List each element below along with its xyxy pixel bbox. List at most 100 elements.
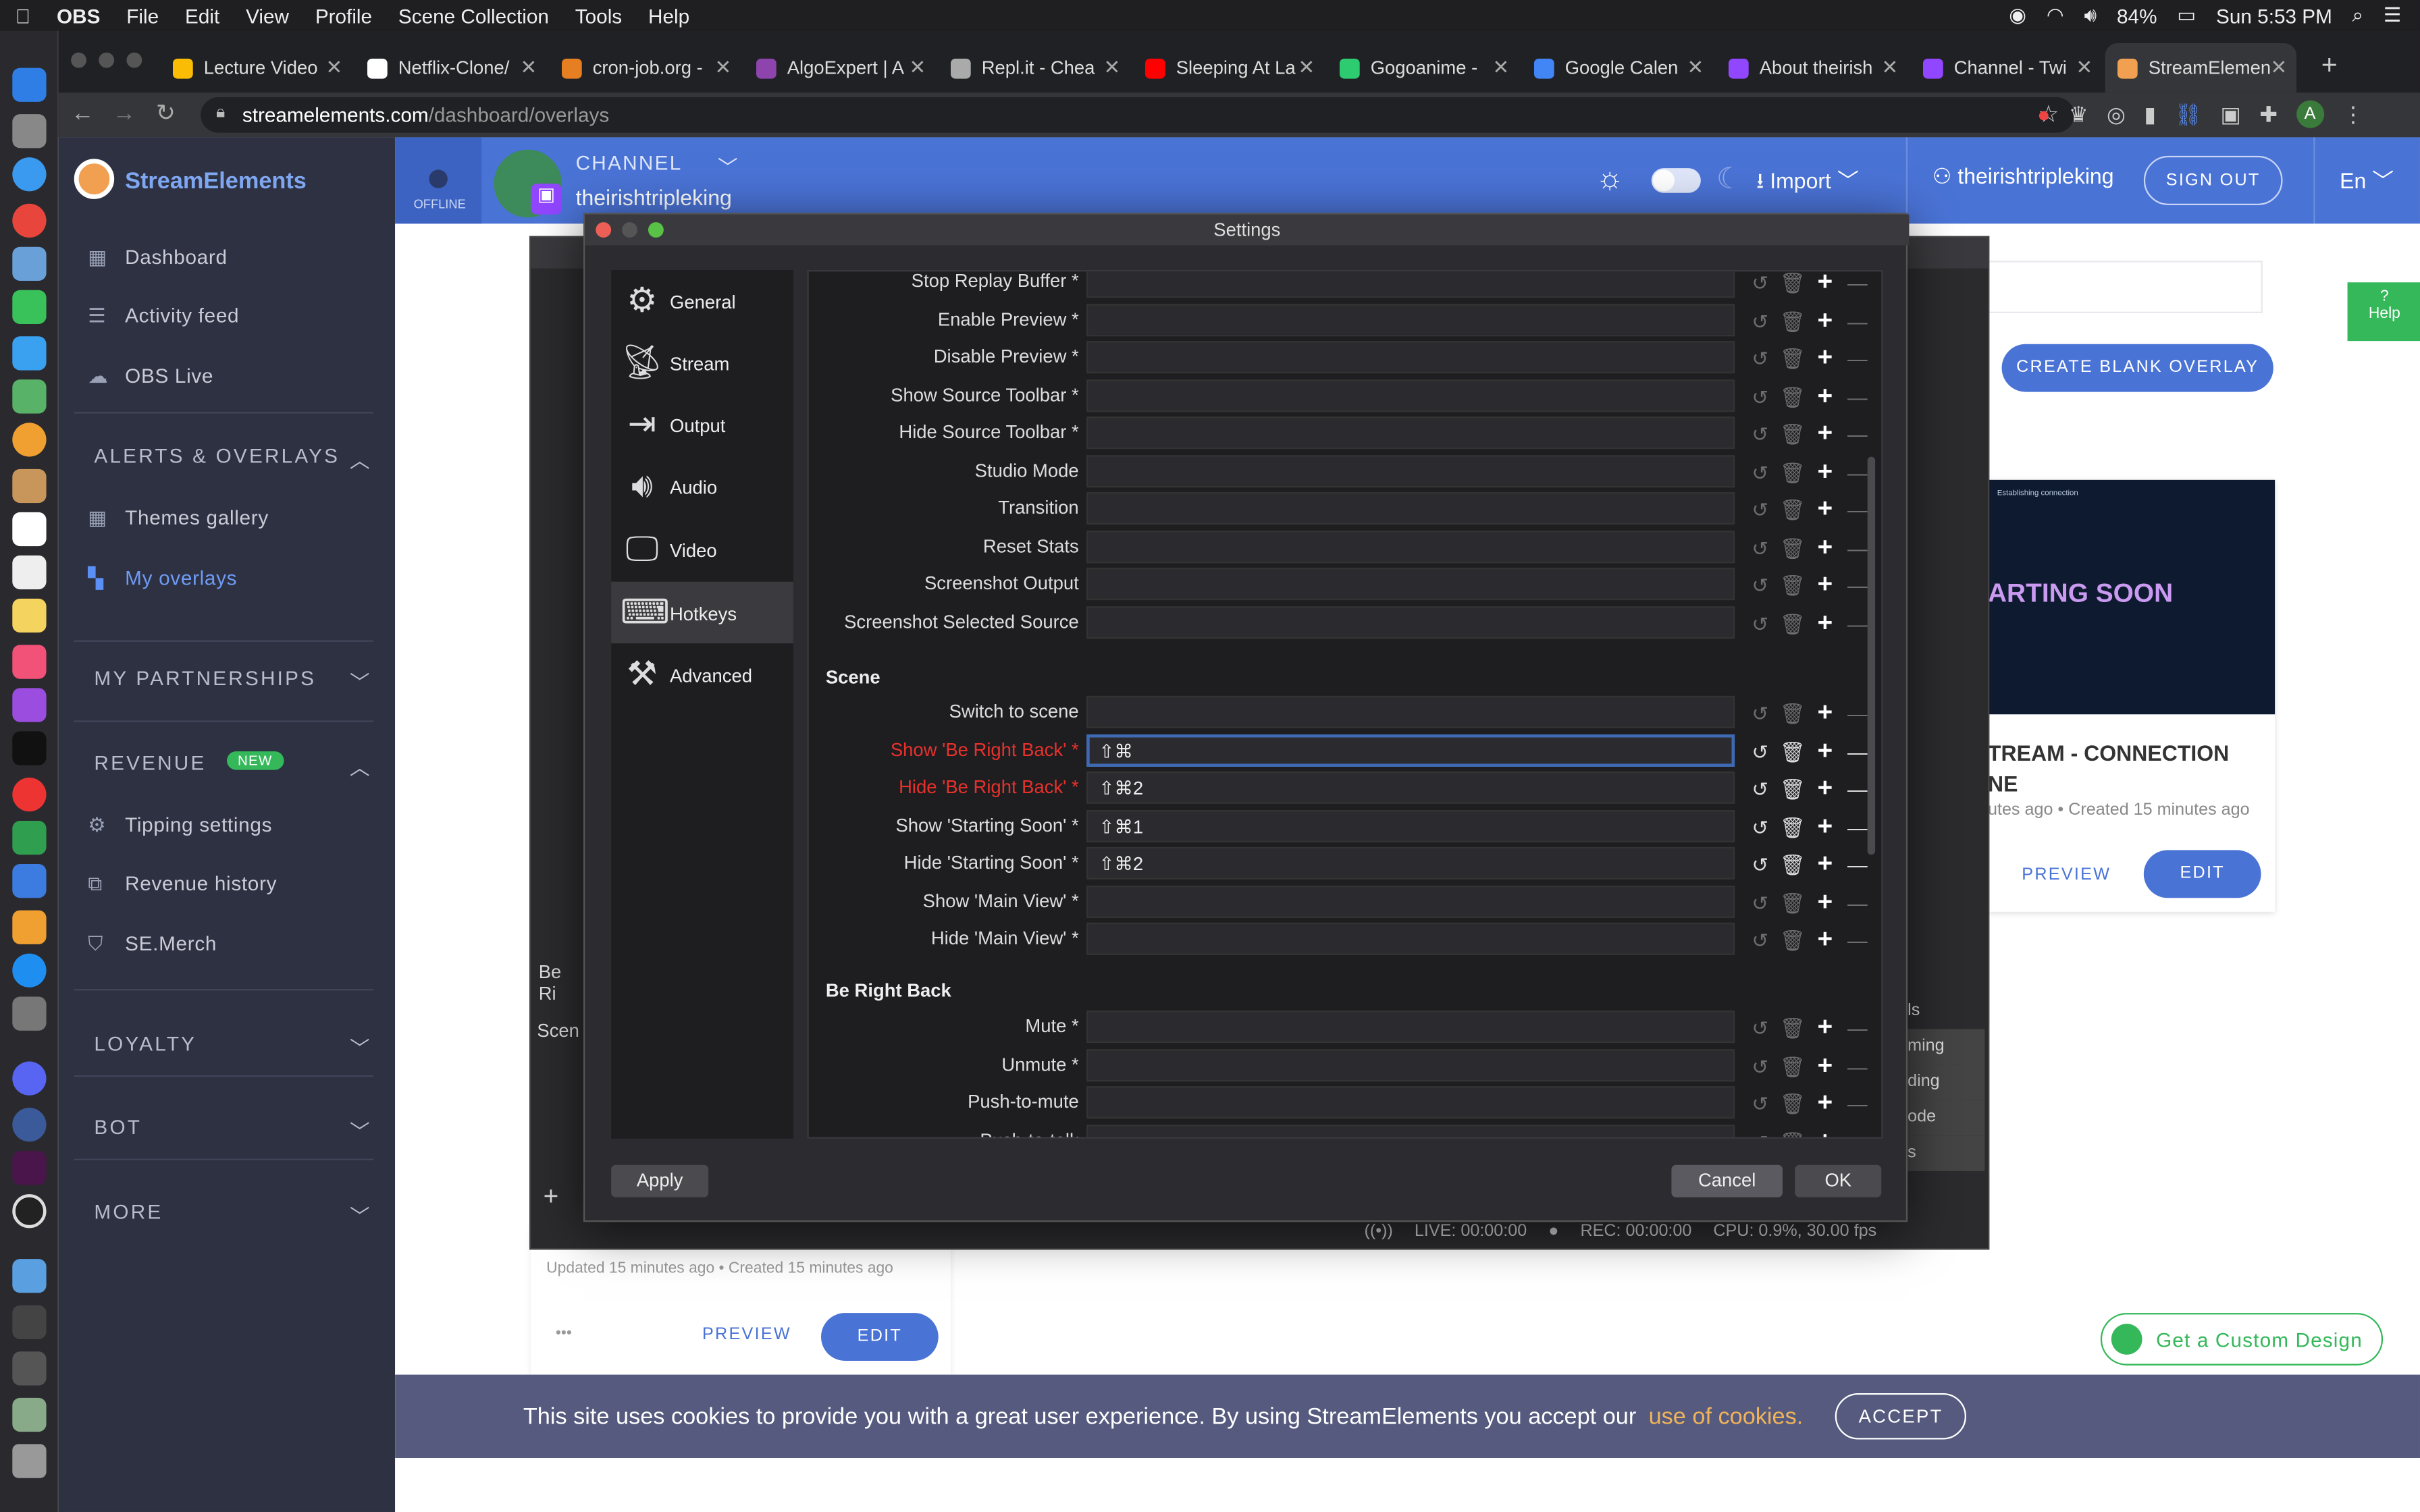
- trash-icon[interactable]: 🗑︎: [1777, 271, 1809, 296]
- revert-icon[interactable]: ↺: [1744, 1092, 1777, 1117]
- remove-icon[interactable]: —: [1841, 385, 1874, 408]
- menu-view[interactable]: View: [246, 4, 289, 27]
- settings-nav-advanced[interactable]: ⚒︎ Advanced: [611, 643, 793, 705]
- add-icon[interactable]: +: [1809, 569, 1841, 600]
- news-icon[interactable]: [12, 777, 47, 812]
- revert-icon[interactable]: ↺: [1744, 702, 1777, 727]
- menu-scene-collection[interactable]: Scene Collection: [398, 4, 549, 27]
- facetime-icon[interactable]: [12, 336, 47, 371]
- maps-icon[interactable]: [12, 379, 47, 414]
- browser-tab[interactable]: About theirish ✕: [1716, 43, 1908, 92]
- add-icon[interactable]: +: [1809, 886, 1841, 917]
- remove-icon[interactable]: —: [1841, 347, 1874, 370]
- chevron-down-icon[interactable]: ﹀: [718, 151, 738, 180]
- menu-edit[interactable]: Edit: [185, 4, 219, 27]
- trash-icon[interactable]: 🗑︎: [1777, 853, 1809, 878]
- settings-nav-audio[interactable]: 🔊︎ Audio: [611, 455, 793, 516]
- language-selector[interactable]: En ﹀: [2340, 165, 2394, 196]
- remove-icon[interactable]: —: [1841, 271, 1874, 294]
- revert-icon[interactable]: ↺: [1744, 536, 1777, 561]
- remove-icon[interactable]: —: [1841, 1017, 1874, 1040]
- add-icon[interactable]: +: [1809, 1087, 1841, 1118]
- obs-dock-icon[interactable]: [12, 1194, 47, 1228]
- section-revenue[interactable]: REVENUE NEW ︿: [94, 751, 371, 779]
- revert-icon[interactable]: ↺: [1744, 1017, 1777, 1042]
- menu-file[interactable]: File: [126, 4, 159, 27]
- remove-icon[interactable]: —: [1841, 1092, 1874, 1115]
- add-icon[interactable]: +: [1809, 493, 1841, 524]
- create-blank-overlay-button[interactable]: CREATE BLANK OVERLAY: [2001, 344, 2273, 392]
- add-icon[interactable]: +: [1809, 380, 1841, 411]
- browser-tab[interactable]: Gogoanime - ✕: [1327, 43, 1519, 92]
- contacts-icon[interactable]: [12, 468, 47, 504]
- ok-button[interactable]: OK: [1795, 1164, 1882, 1197]
- extension-icon[interactable]: ▣: [2221, 101, 2241, 128]
- add-icon[interactable]: +: [1809, 418, 1841, 449]
- user-menu[interactable]: ⚇ theirishtripleking: [1932, 163, 2114, 190]
- trash-icon[interactable]: 🗑︎: [1777, 574, 1809, 599]
- system-preferences-icon[interactable]: [12, 996, 47, 1031]
- add-icon[interactable]: +: [1809, 271, 1841, 298]
- settings-nav-video[interactable]: 🖵︎ Video: [611, 518, 793, 580]
- new-tab-button[interactable]: +: [2321, 49, 2338, 82]
- browser-tab[interactable]: Google Calen ✕: [1522, 43, 1713, 92]
- hotkey-input[interactable]: [1086, 530, 1735, 563]
- add-icon[interactable]: +: [1809, 924, 1841, 955]
- back-icon[interactable]: ←: [71, 101, 94, 127]
- remove-icon[interactable]: —: [1841, 423, 1874, 446]
- browser-tab[interactable]: Channel - Twi ✕: [1911, 43, 2102, 92]
- trash-icon[interactable]: 🗑︎: [1777, 1017, 1809, 1042]
- stack-icon[interactable]: [12, 1351, 47, 1386]
- tab-close-icon[interactable]: ✕: [909, 55, 926, 80]
- trash-icon[interactable]: 🗑︎: [1777, 1092, 1809, 1117]
- tab-close-icon[interactable]: ✕: [325, 55, 342, 80]
- trash-icon[interactable]: 🗑︎: [1777, 778, 1809, 803]
- notes-icon[interactable]: [12, 598, 47, 633]
- trash-icon[interactable]: 🗑︎: [1777, 612, 1809, 637]
- preview-icon[interactable]: [12, 246, 47, 281]
- trash-icon[interactable]: 🗑︎: [1777, 309, 1809, 334]
- trash-icon[interactable]: [12, 1444, 47, 1478]
- section-bot[interactable]: BOT ﹀: [94, 1116, 371, 1143]
- streamelements-logo-icon[interactable]: [74, 159, 115, 199]
- help-button[interactable]: ? Help: [2347, 282, 2420, 342]
- forward-icon[interactable]: →: [113, 101, 136, 127]
- settings-button[interactable]: s: [1908, 1135, 1985, 1171]
- hotkey-input[interactable]: [1086, 1010, 1735, 1044]
- pages-icon[interactable]: [12, 910, 47, 944]
- menu-profile[interactable]: Profile: [315, 4, 372, 27]
- edit-button[interactable]: EDIT: [2143, 850, 2261, 898]
- puzzle-icon[interactable]: ✚: [2259, 101, 2278, 128]
- overlay-thumbnail[interactable]: Establishing connection ARTING SOON: [1987, 479, 2276, 715]
- revert-icon[interactable]: ↺: [1744, 271, 1777, 296]
- revert-icon[interactable]: ↺: [1744, 309, 1777, 334]
- hotkey-input[interactable]: [1086, 1086, 1735, 1119]
- browser-tab[interactable]: AlgoExpert | A ✕: [744, 43, 935, 92]
- hotkey-input[interactable]: [1086, 379, 1735, 412]
- sidebar-item-my-overlays[interactable]: ▚ My overlays: [59, 549, 395, 608]
- address-bar[interactable]: 🔒︎ streamelements.com/dashboard/overlays…: [201, 97, 2074, 133]
- link-extension-icon[interactable]: ⛓︎: [2174, 101, 2202, 128]
- revert-icon[interactable]: ↺: [1744, 460, 1777, 485]
- hotkey-input[interactable]: ⇧⌘2: [1086, 846, 1735, 880]
- chrome-icon[interactable]: [12, 203, 47, 238]
- trash-icon[interactable]: 🗑︎: [1777, 347, 1809, 372]
- calendar-icon[interactable]: [12, 512, 47, 547]
- slack-icon[interactable]: [12, 1151, 47, 1185]
- sidebar-item-tipping-settings[interactable]: ⚙ Tipping settings: [59, 796, 395, 855]
- preview-button[interactable]: PREVIEW: [2022, 865, 2111, 884]
- browser-tab[interactable]: Repl.it - Chea ✕: [939, 43, 1130, 92]
- hotkey-input[interactable]: [1086, 271, 1735, 298]
- battery-icon[interactable]: ▭: [2177, 3, 2196, 28]
- hotkey-input[interactable]: ⇧⌘: [1086, 733, 1735, 766]
- window-minimize-button[interactable]: [99, 52, 115, 68]
- sidebar-item-obs-live[interactable]: ☁ OBS Live: [59, 347, 395, 406]
- launchpad-icon[interactable]: [12, 114, 47, 148]
- remove-icon[interactable]: —: [1841, 309, 1874, 332]
- dialog-zoom-button[interactable]: [648, 222, 664, 238]
- reload-icon[interactable]: ↻: [156, 99, 176, 127]
- trash-icon[interactable]: 🗑︎: [1777, 929, 1809, 954]
- section-alerts-overlays[interactable]: ALERTS & OVERLAYS ︿: [94, 444, 371, 472]
- document-icon[interactable]: [12, 1397, 47, 1432]
- headset-app-icon[interactable]: [12, 1108, 47, 1142]
